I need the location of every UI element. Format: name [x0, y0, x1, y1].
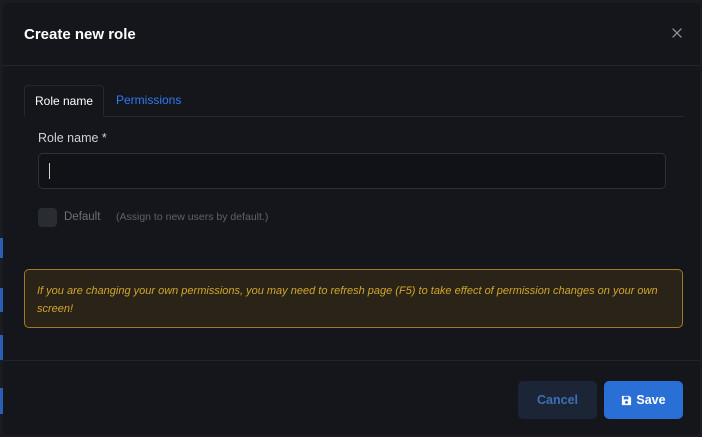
- default-checkbox[interactable]: [38, 208, 57, 227]
- create-role-modal: Create new role Role name Permissions Ro…: [3, 3, 700, 435]
- cancel-button-label: Cancel: [537, 393, 578, 407]
- role-name-label: Role name *: [38, 131, 107, 145]
- role-name-input[interactable]: [38, 153, 666, 189]
- close-icon[interactable]: [669, 25, 685, 41]
- tab-bar: Role name Permissions: [24, 85, 684, 117]
- text-caret: [49, 163, 50, 179]
- modal-title: Create new role: [24, 26, 136, 43]
- save-button[interactable]: Save: [604, 381, 683, 419]
- tab-role-name[interactable]: Role name: [24, 85, 104, 117]
- tab-permissions[interactable]: Permissions: [116, 85, 181, 115]
- default-checkbox-label[interactable]: Default: [64, 211, 100, 223]
- modal-header: Create new role: [3, 3, 700, 66]
- cancel-button[interactable]: Cancel: [518, 381, 597, 419]
- save-button-label: Save: [636, 393, 666, 407]
- footer-divider: [3, 360, 700, 361]
- floppy-disk-icon: [622, 395, 632, 405]
- permission-warning-alert: If you are changing your own permissions…: [24, 269, 683, 328]
- default-checkbox-hint: (Assign to new users by default.): [116, 211, 269, 223]
